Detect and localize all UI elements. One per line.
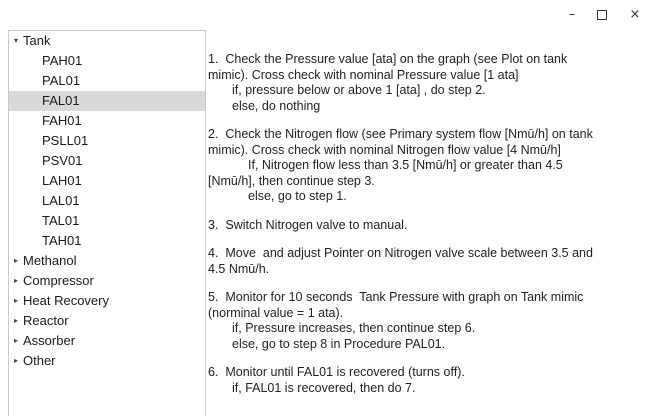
tree-leaf-label: TAL01 xyxy=(42,213,80,228)
tree-leaf-label: LAL01 xyxy=(42,193,80,208)
step-text: [Nmū/h], then continue step 3. xyxy=(208,173,375,188)
procedure-text: 1. Check the Pressure value [ata] on the… xyxy=(208,52,648,409)
tree-leaf-lah01[interactable]: LAH01 xyxy=(9,171,205,191)
step-2: 2. Check the Nitrogen flow (see Primary … xyxy=(208,127,648,205)
step-text: mimic). Cross check with nominal Pressur… xyxy=(208,67,519,82)
step-4: 4. Move and adjust Pointer on Nitrogen v… xyxy=(208,246,648,277)
tree-node-tank[interactable]: ▾ Tank xyxy=(9,31,205,51)
step-text: 6. Monitor until FAL01 is recovered (tur… xyxy=(208,365,465,379)
tree-leaf-tah01[interactable]: TAH01 xyxy=(9,231,205,251)
tree-leaf-label: FAH01 xyxy=(42,113,82,128)
tree-node-label: Compressor xyxy=(23,273,94,288)
step-text: else, do nothing xyxy=(232,98,321,113)
minimize-button[interactable]: – xyxy=(561,6,583,24)
tree-node-methanol[interactable]: ▸ Methanol xyxy=(9,251,205,271)
maximize-icon xyxy=(597,9,607,20)
step-text: If, Nitrogen flow less than 3.5 [Nmū/h] … xyxy=(248,158,563,172)
tree-leaf-pah01[interactable]: PAH01 xyxy=(9,51,205,71)
step-text: mimic). Cross check with nominal Nitroge… xyxy=(208,142,561,157)
step-1: 1. Check the Pressure value [ata] on the… xyxy=(208,52,648,114)
tree-leaf-lal01[interactable]: LAL01 xyxy=(9,191,205,211)
step-text: 1. Check the Pressure value [ata] on the… xyxy=(208,52,568,66)
tree-leaf-label: LAH01 xyxy=(42,173,82,188)
tree-leaf-tal01[interactable]: TAL01 xyxy=(9,211,205,231)
tree-leaf-label: PSLL01 xyxy=(42,133,89,148)
tree-node-label: Other xyxy=(23,353,56,368)
step-5: 5. Monitor for 10 seconds Tank Pressure … xyxy=(208,290,648,352)
alarm-tree[interactable]: ▾ Tank PAH01 PAL01 FAL01 FAH01 PSLL01 PSV01 LAH0… xyxy=(8,30,206,416)
tree-node-assorber[interactable]: ▸ Assorber xyxy=(9,331,205,351)
step-text: 5. Monitor for 10 seconds Tank Pressure … xyxy=(208,290,584,304)
step-text: if, Pressure increases, then continue st… xyxy=(232,321,476,335)
step-text: 2. Check the Nitrogen flow (see Primary … xyxy=(208,127,593,141)
tree-node-label: Assorber xyxy=(23,333,76,348)
tree-leaf-label: PAL01 xyxy=(42,73,81,88)
tree-node-compressor[interactable]: ▸ Compressor xyxy=(9,271,205,291)
tree-leaf-label: PAH01 xyxy=(42,53,83,68)
step-3: 3. Switch Nitrogen valve to manual. xyxy=(208,218,648,234)
tree-node-label: Reactor xyxy=(23,313,69,328)
tree-leaf-fal01[interactable]: FAL01 xyxy=(9,91,205,111)
maximize-button[interactable] xyxy=(591,6,613,24)
tree-node-label: Tank xyxy=(23,33,51,48)
tree-leaf-psll01[interactable]: PSLL01 xyxy=(9,131,205,151)
tree-node-other[interactable]: ▸ Other xyxy=(9,351,205,371)
tree-leaf-label: TAH01 xyxy=(42,233,82,248)
step-text: else, go to step 8 in Procedure PAL01. xyxy=(232,336,446,351)
tree-leaf-label: FAL01 xyxy=(42,93,80,108)
step-text: 4. Move and adjust Pointer on Nitrogen v… xyxy=(208,246,593,260)
tree-leaf-psv01[interactable]: PSV01 xyxy=(9,151,205,171)
step-text: 4.5 Nmū/h. xyxy=(208,261,270,276)
tree-leaf-pal01[interactable]: PAL01 xyxy=(9,71,205,91)
tree-leaf-label: PSV01 xyxy=(42,153,83,168)
step-text: 3. Switch Nitrogen valve to manual. xyxy=(208,217,408,232)
tree-node-reactor[interactable]: ▸ Reactor xyxy=(9,311,205,331)
tree-node-label: Methanol xyxy=(23,253,77,268)
step-text: (norminal value = 1 ata). xyxy=(208,305,344,320)
title-bar: – × xyxy=(0,0,656,30)
tree-node-heat-recovery[interactable]: ▸ Heat Recovery xyxy=(9,291,205,311)
step-text: if, pressure below or above 1 [ata] , do… xyxy=(232,83,486,97)
step-6: 6. Monitor until FAL01 is recovered (tur… xyxy=(208,365,648,396)
step-text: if, FAL01 is recovered, then do 7. xyxy=(232,380,416,395)
close-button[interactable]: × xyxy=(624,6,646,24)
tree-node-label: Heat Recovery xyxy=(23,293,109,308)
tree-leaf-fah01[interactable]: FAH01 xyxy=(9,111,205,131)
step-text: else, go to step 1. xyxy=(248,189,347,203)
